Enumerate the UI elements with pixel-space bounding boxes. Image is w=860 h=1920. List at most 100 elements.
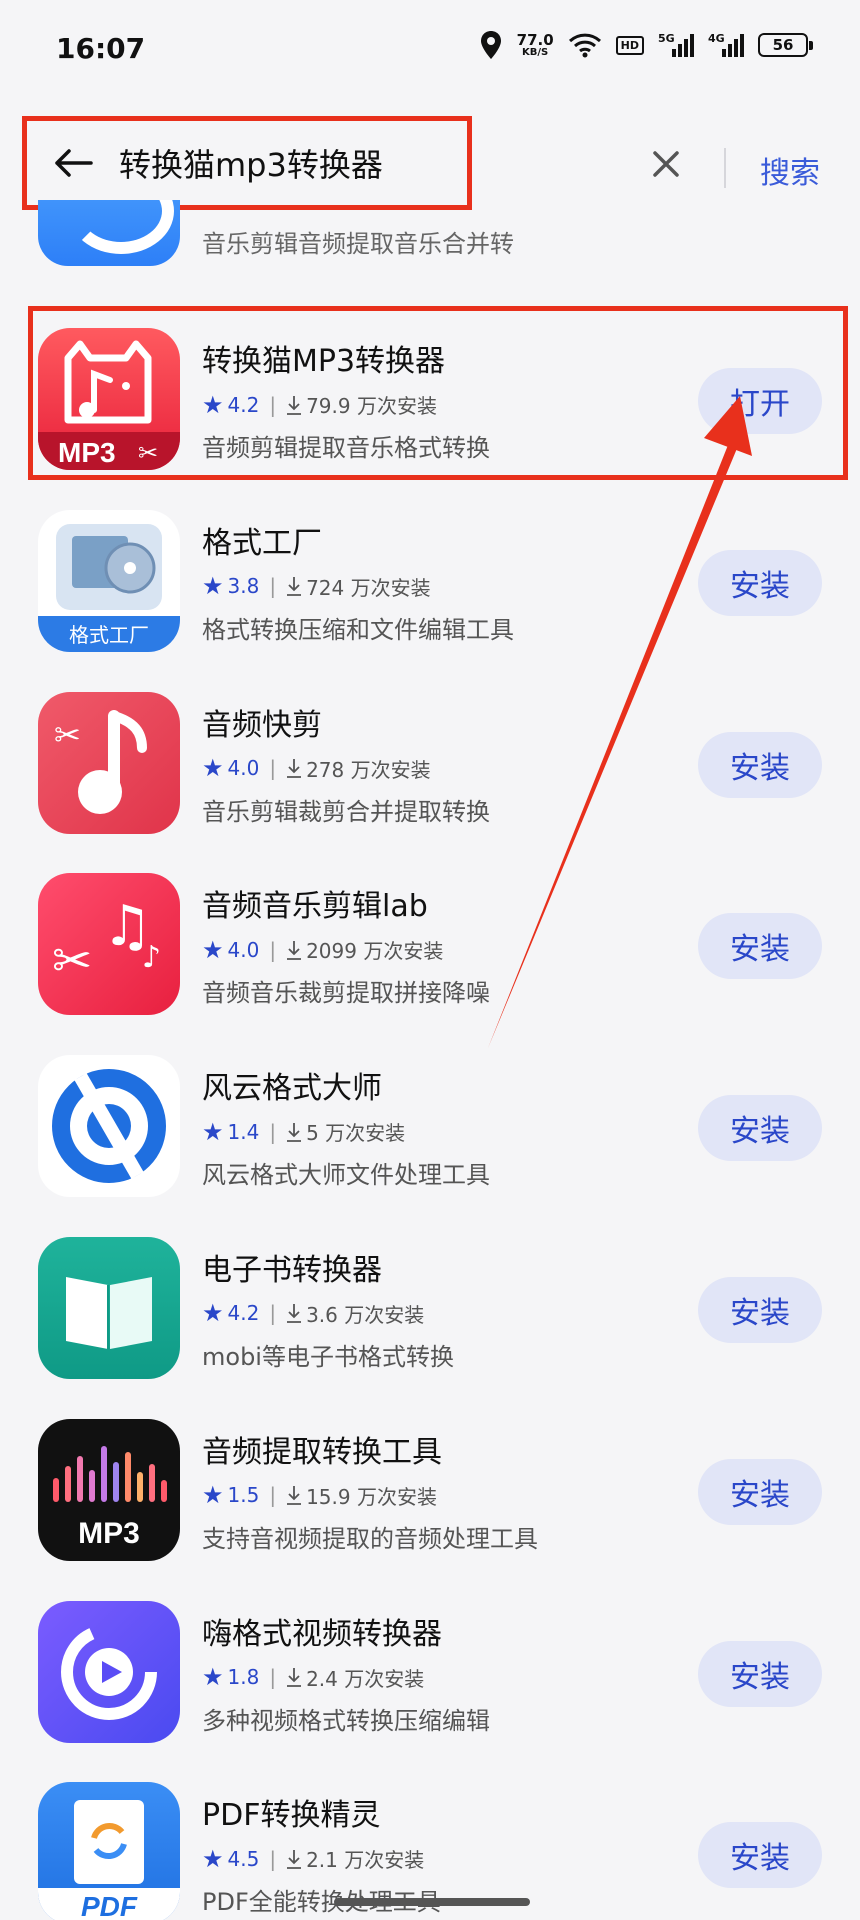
- pdf-converter-sprite-icon: PDF: [38, 1782, 180, 1920]
- install-button[interactable]: 安装: [698, 1276, 822, 1343]
- app-rating: 3.8: [227, 574, 260, 599]
- icon-label-format-factory: 格式工厂: [69, 623, 149, 647]
- app-meta: ★ 4.5 | 2.1 万次安装: [202, 1844, 424, 1873]
- list-item[interactable]: MP3 音频提取转换工具 ★ 1.5 | 15.9 万次安装 支持音视频提取的音…: [0, 1401, 860, 1583]
- svg-text:✂: ✂: [138, 439, 158, 467]
- search-button[interactable]: 搜索: [760, 148, 820, 192]
- app-rating: 4.5: [227, 1846, 260, 1871]
- install-button[interactable]: 安装: [698, 1640, 822, 1707]
- star-icon: ★: [202, 1299, 224, 1328]
- app-description: 格式转换压缩和文件编辑工具: [202, 615, 514, 644]
- app-name: PDF转换精灵: [202, 1798, 381, 1834]
- install-button[interactable]: 安装: [698, 549, 822, 616]
- app-meta: ★ 4.0 | 2099 万次安装: [202, 935, 443, 964]
- star-icon: ★: [202, 572, 224, 601]
- list-item[interactable]: 格式工厂 格式工厂 ★ 3.8 | 724 万次安装 格式转换压缩和文件编辑工具…: [0, 492, 860, 674]
- app-meta: ★ 4.2 | 79.9 万次安装: [202, 390, 437, 419]
- meta-separator: |: [269, 1846, 277, 1871]
- icon-label-mp3-tool: MP3: [78, 1517, 140, 1550]
- app-rating: 1.8: [227, 1665, 260, 1690]
- battery-icon: 56: [758, 33, 813, 57]
- svg-text:♪: ♪: [142, 940, 161, 975]
- app-downloads: 278 万次安装: [306, 757, 431, 782]
- list-item[interactable]: 电子书转换器 ★ 4.2 | 3.6 万次安装 mobi等电子书格式转换 安装: [0, 1219, 860, 1401]
- app-description: 多种视频格式转换压缩编辑: [202, 1706, 490, 1735]
- home-indicator[interactable]: [334, 1898, 530, 1906]
- header-divider: [724, 148, 726, 188]
- download-icon: [286, 1849, 302, 1869]
- app-rating: 4.2: [227, 1301, 260, 1326]
- back-arrow-icon[interactable]: [43, 133, 103, 193]
- signal-4g-icon: 4G: [708, 31, 744, 57]
- app-name: 风云格式大师: [202, 1071, 382, 1107]
- app-rating: 1.4: [227, 1119, 260, 1144]
- app-meta: ★ 1.4 | 5 万次安装: [202, 1117, 405, 1146]
- clear-icon[interactable]: [646, 144, 686, 184]
- hi-format-video-converter-icon: [38, 1600, 180, 1743]
- status-time: 16:07: [56, 32, 146, 65]
- download-icon: [286, 1667, 302, 1687]
- list-item[interactable]: PDF PDF转换精灵 ★ 4.5 | 2.1 万次安装 PDF全能转换处理工具…: [0, 1764, 860, 1920]
- app-name: 转换猫MP3转换器: [202, 344, 446, 379]
- download-icon: [286, 940, 302, 960]
- meta-separator: |: [269, 1119, 277, 1144]
- app-description: 支持音视频提取的音频处理工具: [202, 1524, 538, 1553]
- app-icon-partial: [38, 200, 180, 266]
- wifi-icon: [568, 32, 602, 58]
- app-name: 音频快剪: [202, 707, 322, 743]
- install-button[interactable]: 安装: [698, 1095, 822, 1162]
- install-button[interactable]: 安装: [698, 731, 822, 798]
- app-meta: ★ 4.0 | 278 万次安装: [202, 754, 431, 783]
- install-button[interactable]: 安装: [698, 1458, 822, 1525]
- star-icon: ★: [202, 935, 224, 964]
- meta-separator: |: [269, 574, 277, 599]
- app-description: 音乐剪辑裁剪合并提取转换: [202, 797, 490, 826]
- list-item[interactable]: MP3 ✂ 转换猫MP3转换器 ★ 4.2 | 79.9 万次安装 音频剪辑提取…: [0, 310, 860, 492]
- format-factory-icon: 格式工厂: [38, 509, 180, 652]
- fengyun-format-master-icon: [38, 1055, 180, 1198]
- signal-5g-label: 5G: [658, 31, 675, 45]
- app-name: 嗨格式视频转换器: [202, 1616, 442, 1652]
- download-icon: [286, 1303, 302, 1324]
- download-icon: [286, 1485, 302, 1506]
- partial-item-description: 音乐剪辑音频提取音乐合并转: [202, 230, 514, 258]
- list-item[interactable]: 风云格式大师 ★ 1.4 | 5 万次安装 风云格式大师文件处理工具 安装: [0, 1037, 860, 1219]
- svg-text:✂: ✂: [52, 933, 92, 989]
- svg-text:✂: ✂: [54, 716, 81, 754]
- signal-4g-label: 4G: [708, 31, 725, 45]
- list-item[interactable]: ✂ 音频快剪 ★ 4.0 | 278 万次安装 音乐剪辑裁剪合并提取转换 安装: [0, 674, 860, 856]
- open-button[interactable]: 打开: [698, 368, 822, 434]
- search-input[interactable]: 转换猫mp3转换器: [119, 140, 383, 186]
- hd-badge: HD: [615, 35, 644, 55]
- audio-music-edit-lab-icon: ✂ ♫ ♪: [38, 873, 180, 1016]
- app-downloads: 2.4 万次安装: [306, 1666, 425, 1691]
- list-item[interactable]: ✂ ♫ ♪ 音频音乐剪辑lab ★ 4.0 | 2099 万次安装 音频音乐裁剪…: [0, 855, 860, 1037]
- app-rating: 1.5: [227, 1483, 260, 1508]
- app-downloads: 5 万次安装: [306, 1121, 406, 1146]
- app-downloads: 79.9 万次安装: [306, 394, 437, 418]
- search-box-highlight: 转换猫mp3转换器: [22, 116, 472, 210]
- audio-extract-tool-icon: MP3: [38, 1418, 180, 1561]
- app-rating: 4.2: [227, 392, 260, 417]
- app-meta: ★ 1.5 | 15.9 万次安装: [202, 1481, 437, 1510]
- download-icon: [286, 758, 302, 778]
- app-list: MP3 ✂ 转换猫MP3转换器 ★ 4.2 | 79.9 万次安装 音频剪辑提取…: [0, 310, 860, 1920]
- meta-separator: |: [269, 1301, 277, 1326]
- app-name: 音频音乐剪辑lab: [202, 889, 428, 925]
- icon-label-pdf: PDF: [81, 1891, 138, 1920]
- audio-quick-cut-icon: ✂: [38, 691, 180, 834]
- download-icon: [286, 576, 302, 597]
- install-button[interactable]: 安装: [698, 1822, 822, 1889]
- install-button[interactable]: 安装: [698, 913, 822, 980]
- app-rating: 4.0: [227, 756, 260, 781]
- status-bar: 16:07 77.0 KB/S HD 5G 4G 56: [0, 0, 860, 100]
- list-item[interactable]: 嗨格式视频转换器 ★ 1.8 | 2.4 万次安装 多种视频格式转换压缩编辑 安…: [0, 1583, 860, 1765]
- partial-list-item[interactable]: 音乐剪辑音频提取音乐合并转: [0, 200, 860, 280]
- app-meta: ★ 3.8 | 724 万次安装: [202, 572, 431, 601]
- star-icon: ★: [202, 1663, 224, 1692]
- mp3-converter-cat-icon: MP3 ✂: [38, 328, 180, 470]
- app-downloads: 2099 万次安装: [306, 939, 444, 964]
- app-downloads: 2.1 万次安装: [306, 1848, 425, 1873]
- location-icon: [479, 30, 503, 60]
- app-rating: 4.0: [227, 937, 260, 962]
